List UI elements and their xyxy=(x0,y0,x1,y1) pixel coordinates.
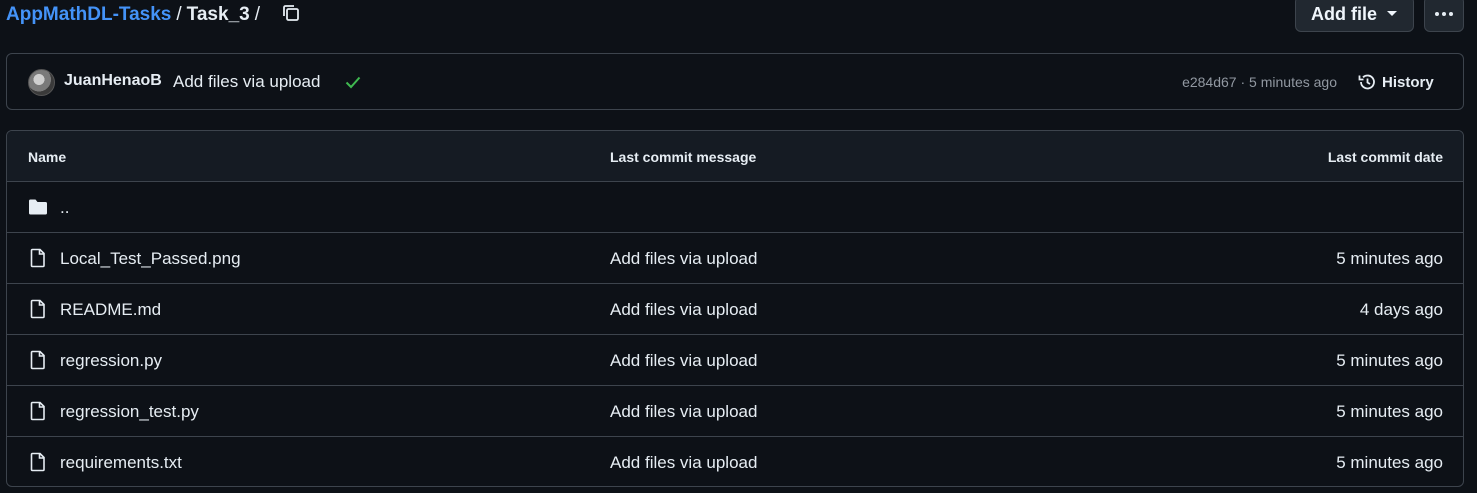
breadcrumb-current-folder: Task_3 xyxy=(186,4,250,25)
file-name-link[interactable]: regression.py xyxy=(60,351,162,371)
history-icon xyxy=(1358,74,1375,90)
commit-meta-separator: · xyxy=(1240,74,1246,90)
add-file-label: Add file xyxy=(1311,3,1377,24)
file-name-link[interactable]: regression_test.py xyxy=(60,402,199,422)
add-file-button[interactable]: Add file xyxy=(1295,0,1414,32)
file-icon xyxy=(30,350,45,370)
column-header-name: Name xyxy=(28,149,67,165)
commit-author-link[interactable]: JuanHenaoB xyxy=(64,72,162,90)
file-name-link[interactable]: requirements.txt xyxy=(60,453,182,473)
file-commit-message-link[interactable]: Add files via upload xyxy=(610,300,757,320)
breadcrumb: AppMathDL-Tasks / Task_3 / xyxy=(6,3,265,27)
table-row[interactable]: regression.py Add files via upload 5 min… xyxy=(7,335,1463,386)
check-icon[interactable] xyxy=(344,73,362,91)
file-commit-date: 5 minutes ago xyxy=(1336,249,1443,268)
breadcrumb-trailing-separator: / xyxy=(254,4,260,25)
file-name-link[interactable]: README.md xyxy=(60,300,161,320)
chevron-down-icon xyxy=(1387,11,1397,16)
commit-time: 5 minutes ago xyxy=(1249,74,1337,90)
file-table: Name Last commit message Last commit dat… xyxy=(6,130,1464,487)
latest-commit-bar: JuanHenaoB Add files via upload e284d67 … xyxy=(6,53,1464,110)
history-button[interactable]: History xyxy=(1357,71,1434,93)
commit-sha-link[interactable]: e284d67 xyxy=(1182,74,1237,90)
history-label: History xyxy=(1382,73,1434,91)
file-name-link[interactable]: Local_Test_Passed.png xyxy=(60,249,241,269)
file-icon xyxy=(30,248,45,268)
table-header: Name Last commit message Last commit dat… xyxy=(7,131,1463,182)
copy-icon xyxy=(283,5,299,21)
column-header-date: Last commit date xyxy=(1327,149,1443,165)
commit-message-link[interactable]: Add files via upload xyxy=(173,72,320,92)
file-icon xyxy=(30,452,45,472)
file-commit-date: 4 days ago xyxy=(1359,300,1443,319)
breadcrumb-repo-link[interactable]: AppMathDL-Tasks xyxy=(6,4,171,26)
avatar[interactable] xyxy=(28,69,55,96)
table-row[interactable]: regression_test.py Add files via upload … xyxy=(7,386,1463,437)
parent-directory-link[interactable]: .. xyxy=(60,198,69,218)
file-commit-message-link[interactable]: Add files via upload xyxy=(610,402,757,422)
file-commit-date: 5 minutes ago xyxy=(1336,402,1443,421)
commit-meta: e284d67 · 5 minutes ago xyxy=(1182,74,1337,90)
top-bar: AppMathDL-Tasks / Task_3 / Add file xyxy=(0,0,1477,34)
parent-directory-row[interactable]: .. xyxy=(7,182,1463,233)
file-commit-message-link[interactable]: Add files via upload xyxy=(610,453,757,473)
file-icon xyxy=(30,299,45,319)
folder-icon xyxy=(29,199,47,215)
column-header-message: Last commit message xyxy=(610,149,757,165)
file-commit-message-link[interactable]: Add files via upload xyxy=(610,249,757,269)
breadcrumb-separator: / xyxy=(176,4,182,25)
kebab-horizontal-icon xyxy=(1435,12,1453,16)
file-commit-date: 5 minutes ago xyxy=(1336,453,1443,472)
file-icon xyxy=(30,401,45,421)
more-options-button[interactable] xyxy=(1424,0,1464,32)
file-commit-date: 5 minutes ago xyxy=(1336,351,1443,370)
table-row[interactable]: README.md Add files via upload 4 days ag… xyxy=(7,284,1463,335)
file-commit-message-link[interactable]: Add files via upload xyxy=(610,351,757,371)
table-row[interactable]: requirements.txt Add files via upload 5 … xyxy=(7,437,1463,486)
copy-path-button[interactable] xyxy=(280,2,302,24)
table-row[interactable]: Local_Test_Passed.png Add files via uplo… xyxy=(7,233,1463,284)
